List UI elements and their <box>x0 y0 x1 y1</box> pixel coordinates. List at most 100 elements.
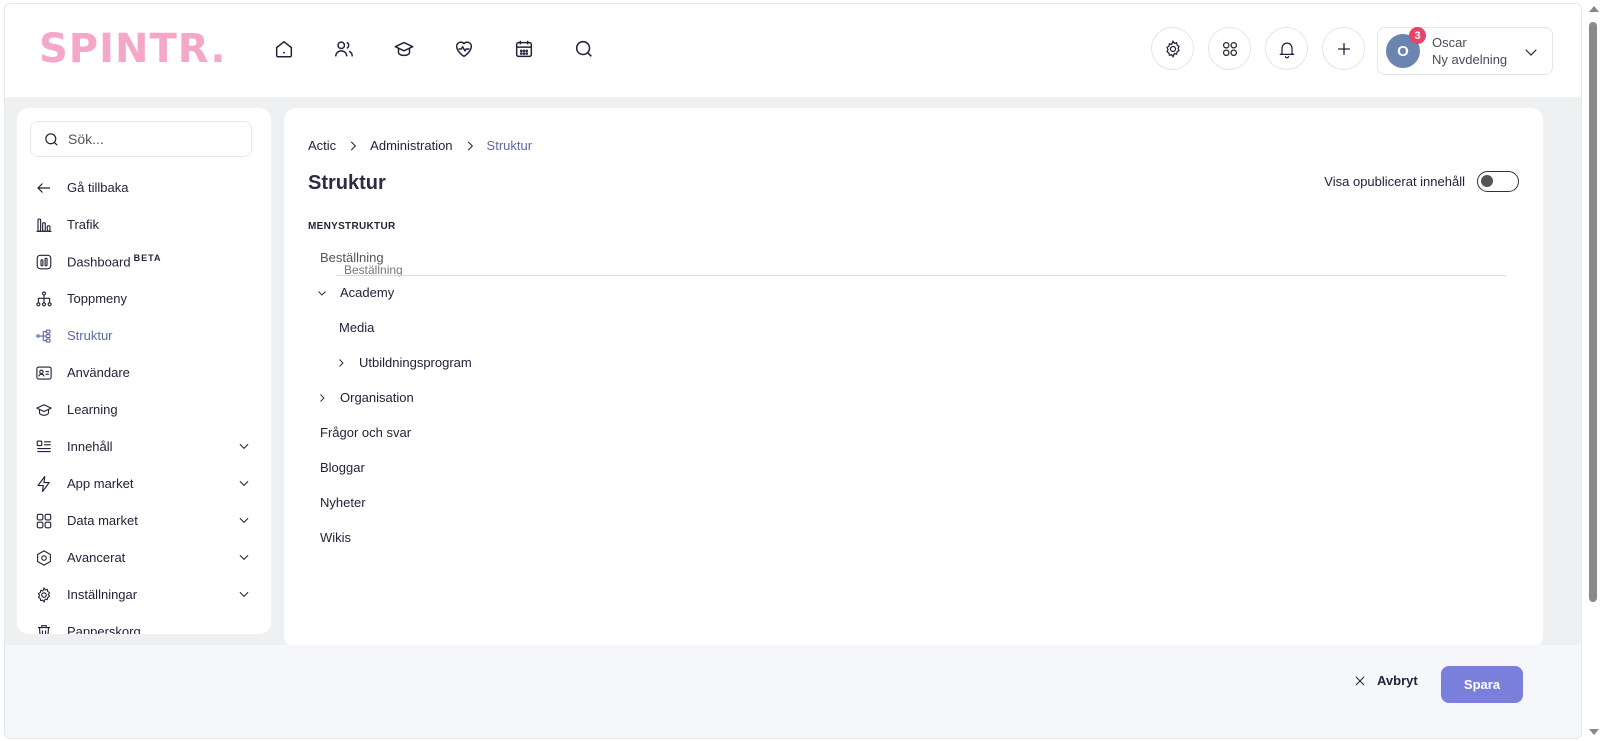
scroll-up-icon[interactable] <box>1589 6 1599 12</box>
sidebar-search <box>30 121 252 157</box>
settings-button[interactable] <box>1151 27 1194 70</box>
sidebar-item-label: Trafik <box>67 217 100 232</box>
scrollbar-thumb[interactable] <box>1589 22 1597 602</box>
beta-badge: BETA <box>133 253 162 264</box>
chevron-down-icon <box>1525 49 1537 56</box>
sidebar-item-label: Gå tillbaka <box>67 180 129 195</box>
hierarchy-icon <box>35 290 53 308</box>
tree-item[interactable]: Frågor och svar <box>308 415 1508 450</box>
sidebar-item-avancerat[interactable]: Avancerat <box>17 539 271 576</box>
sidebar-item-dashboard[interactable]: Dashboard BETA <box>17 243 271 280</box>
tree-item-label: Utbildningsprogram <box>359 355 472 370</box>
plus-icon <box>1337 42 1350 55</box>
calendar-icon[interactable] <box>513 38 535 60</box>
tree-item[interactable]: Media <box>308 310 1508 345</box>
chevron-down-icon <box>239 480 249 487</box>
app-window: SPINTR. O 3 Oscar Ny avdelning Sök... Gå… <box>4 3 1582 739</box>
tree-item[interactable]: Organisation <box>308 380 1508 415</box>
toggle-knob <box>1481 175 1493 187</box>
header-actions <box>1151 27 1365 70</box>
admin-sidebar: Gå tillbaka Trafik DashboardBETA Toppmen… <box>17 108 271 634</box>
sidebar-item-learning[interactable]: Learning <box>17 391 271 428</box>
chevron-right-icon[interactable] <box>316 392 328 404</box>
spintr-logo[interactable]: SPINTR. <box>39 26 227 72</box>
save-button[interactable]: Spara <box>1441 666 1523 703</box>
content-area: Gå tillbaka Trafik DashboardBETA Toppmen… <box>5 97 1581 738</box>
tree-item-label: Wikis <box>320 530 352 545</box>
drop-indicator <box>336 275 1506 276</box>
user-menu[interactable]: O 3 Oscar Ny avdelning <box>1377 27 1553 75</box>
chevron-down-icon[interactable] <box>316 287 328 299</box>
heart-pulse-icon[interactable] <box>453 38 475 60</box>
sidebar-item-label: Inställningar <box>67 587 138 602</box>
sidebar-item-toppmeny[interactable]: Toppmeny <box>17 280 271 317</box>
notifications-button[interactable] <box>1265 27 1308 70</box>
avatar-initial: O <box>1397 42 1409 60</box>
sidebar-item-trafik[interactable]: Trafik <box>17 206 271 243</box>
graduation-cap-icon <box>35 401 53 419</box>
sidebar-item-installningar[interactable]: Inställningar <box>17 576 271 613</box>
tree-item[interactable]: Wikis <box>308 520 1508 555</box>
sidebar-item-label: Avancerat <box>67 550 126 565</box>
user-info: Oscar Ny avdelning <box>1432 34 1507 68</box>
hexagon-icon <box>35 549 53 567</box>
page-title: Struktur <box>308 172 386 194</box>
sidebar-search-input[interactable] <box>68 131 238 147</box>
sidebar-item-label: Toppmeny <box>67 291 127 306</box>
page-scrollbar[interactable] <box>1586 0 1600 741</box>
tree-item[interactable]: Bloggar <box>308 450 1508 485</box>
chevron-right-icon <box>351 141 357 150</box>
sidebar-item-innehall[interactable]: Innehåll <box>17 428 271 465</box>
unpublished-toggle-row: Visa opublicerat innehåll <box>1324 171 1519 192</box>
unpublished-toggle[interactable] <box>1477 171 1519 192</box>
user-department: Ny avdelning <box>1432 52 1508 67</box>
sidebar-item-app-market[interactable]: App market <box>17 465 271 502</box>
sidebar-item-label: Learning <box>67 402 118 417</box>
scroll-down-icon[interactable] <box>1589 729 1599 735</box>
cancel-button[interactable]: Avbryt <box>1353 673 1418 688</box>
user-card-icon <box>35 364 53 382</box>
apps-button[interactable] <box>1208 27 1251 70</box>
tree-item[interactable]: Beställning <box>308 240 1508 275</box>
breadcrumb: Actic Administration Struktur <box>308 138 532 153</box>
tree-item[interactable]: Nyheter <box>308 485 1508 520</box>
tree-item-label: Bloggar <box>320 460 365 475</box>
tree-item-label: Organisation <box>340 390 414 405</box>
sidebar-item-struktur[interactable]: Struktur <box>17 317 271 354</box>
sidebar-item-text: Dashboard <box>67 254 131 270</box>
sidebar-item-back[interactable]: Gå tillbaka <box>17 169 271 206</box>
home-icon[interactable] <box>273 38 295 60</box>
sidebar-item-label: Papperskorg <box>67 624 141 634</box>
trash-icon <box>35 623 53 634</box>
breadcrumb-item[interactable]: Actic <box>308 138 336 153</box>
structure-panel: Actic Administration Struktur Struktur V… <box>284 108 1543 648</box>
lightning-icon <box>35 475 53 493</box>
tree-item[interactable]: Academy <box>308 275 1508 310</box>
sidebar-item-anvandare[interactable]: Användare <box>17 354 271 391</box>
breadcrumb-item[interactable]: Administration <box>370 138 452 153</box>
chevron-down-icon <box>239 517 249 524</box>
sidebar-item-papperskorg[interactable]: Papperskorg <box>17 613 271 634</box>
chevron-right-icon[interactable] <box>335 357 347 369</box>
toggle-label: Visa opublicerat innehåll <box>1324 174 1465 189</box>
apps-grid-icon <box>1222 41 1237 56</box>
tree-item-label: Media <box>339 320 375 335</box>
tree-item[interactable]: Utbildningsprogram <box>308 345 1508 380</box>
create-button[interactable] <box>1322 27 1365 70</box>
tree-item-label: Academy <box>340 285 395 300</box>
breadcrumb-current: Struktur <box>486 138 533 153</box>
search-icon <box>45 132 58 146</box>
sidebar-item-data-market[interactable]: Data market <box>17 502 271 539</box>
sidebar-item-label: Data market <box>67 513 138 528</box>
sidebar-item-label: Dashboard BETA <box>67 253 161 269</box>
users-icon[interactable] <box>333 38 355 60</box>
grid-icon <box>35 512 53 530</box>
sidebar-item-label: Innehåll <box>67 439 113 454</box>
sidebar-menu: Gå tillbaka Trafik Dashboard BETA Toppmen… <box>17 169 271 634</box>
chevron-right-icon <box>467 141 473 150</box>
graduation-cap-icon[interactable] <box>393 38 415 60</box>
sidebar-item-label: App market <box>67 476 134 491</box>
chevron-down-icon <box>239 443 249 450</box>
content-icon <box>35 438 53 456</box>
search-icon[interactable] <box>573 38 595 60</box>
